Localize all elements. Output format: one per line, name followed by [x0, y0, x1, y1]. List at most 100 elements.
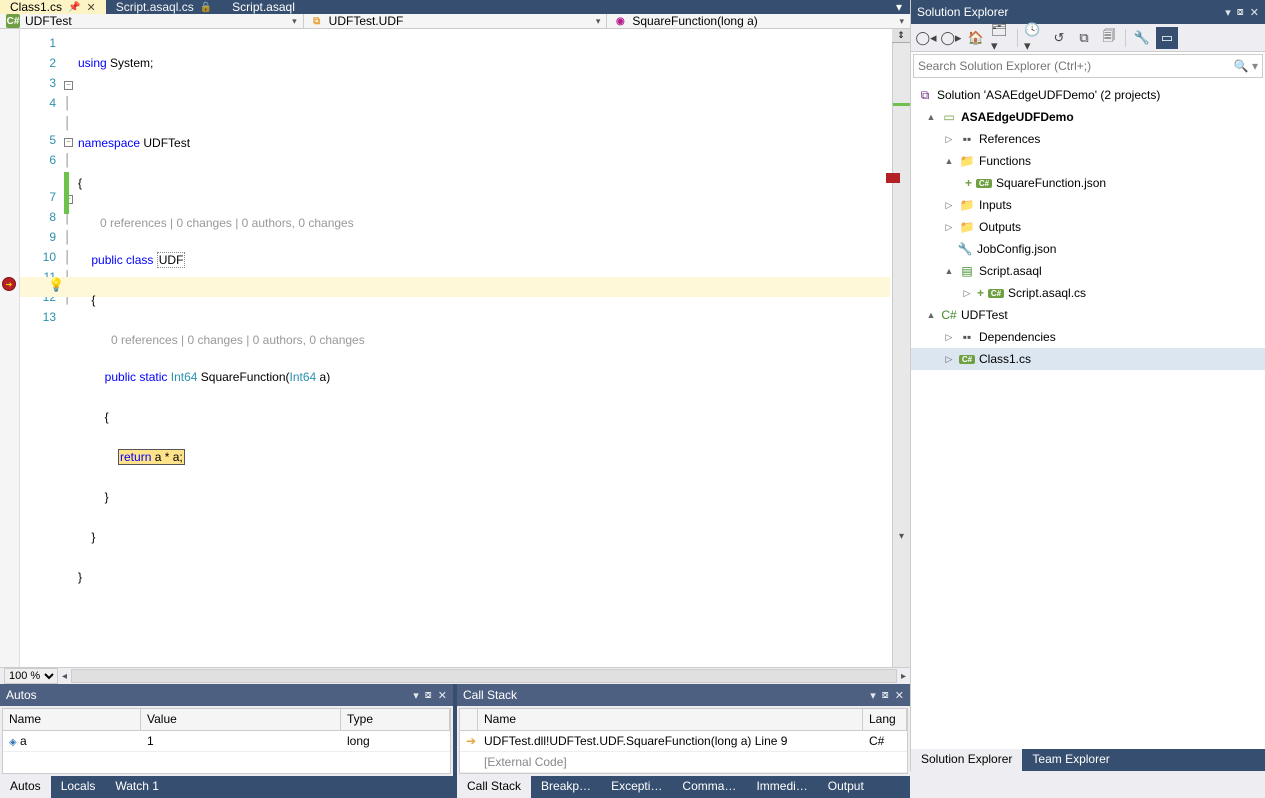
- solution-explorer-header[interactable]: Solution Explorer ▾ ⧇ ✕: [911, 0, 1265, 24]
- lightbulb-icon[interactable]: 💡: [48, 277, 64, 293]
- nav-class-dropdown[interactable]: ⧉ UDFTest.UDF ▾: [304, 14, 608, 28]
- codelens[interactable]: 0 references | 0 changes | 0 authors, 0 …: [111, 333, 365, 347]
- col-value[interactable]: Value: [141, 709, 341, 730]
- pin-icon[interactable]: ⧇: [882, 689, 889, 702]
- tab-immediate[interactable]: Immedi…: [746, 776, 817, 798]
- tab-exception[interactable]: Excepti…: [601, 776, 672, 798]
- scope-button[interactable]: 🗂▾: [990, 27, 1012, 49]
- folder-icon: 📁: [959, 154, 975, 168]
- current-frame-icon: ➔: [466, 734, 476, 748]
- close-icon[interactable]: ✕: [1250, 6, 1259, 19]
- dropdown-icon[interactable]: ▾: [413, 689, 419, 702]
- codelens[interactable]: 0 references | 0 changes | 0 authors, 0 …: [100, 216, 354, 230]
- tab-solution-explorer[interactable]: Solution Explorer: [911, 749, 1022, 771]
- nav-class-label: UDFTest.UDF: [329, 14, 404, 28]
- solution-tree[interactable]: ⧉ Solution 'ASAEdgeUDFDemo' (2 projects)…: [911, 80, 1265, 749]
- file-script-asaql[interactable]: ▲▤ Script.asaql: [911, 260, 1265, 282]
- folder-outputs[interactable]: ▷📁 Outputs: [911, 216, 1265, 238]
- csharp-file-icon: C#: [988, 289, 1004, 298]
- search-input[interactable]: [918, 59, 1234, 73]
- autos-tabs: Autos Locals Watch 1: [0, 776, 453, 798]
- variable-row[interactable]: ◈ a 1 long: [3, 731, 450, 752]
- chevron-down-icon: ▾: [596, 16, 601, 27]
- dropdown-icon[interactable]: ▾: [1225, 6, 1231, 19]
- tab-watch1[interactable]: Watch 1: [105, 776, 169, 798]
- code-editor[interactable]: 💡 1234 56 78910111213 − ││ − ││ − │││││ …: [0, 29, 910, 667]
- solution-node[interactable]: ⧉ Solution 'ASAEdgeUDFDemo' (2 projects): [911, 84, 1265, 106]
- preview-button[interactable]: ▭: [1156, 27, 1178, 49]
- project-node[interactable]: ▲▭ ASAEdgeUDFDemo: [911, 106, 1265, 128]
- pin-icon[interactable]: 📌: [68, 2, 80, 13]
- project-icon: ▭: [941, 110, 957, 124]
- breakpoint-current-icon[interactable]: [2, 277, 16, 291]
- scrollbar-overview[interactable]: ▾: [892, 43, 910, 667]
- col-type[interactable]: Type: [341, 709, 450, 730]
- nav-member-dropdown[interactable]: ◉ SquareFunction(long a) ▾: [607, 14, 910, 28]
- pin-icon[interactable]: ⧇: [425, 689, 432, 702]
- nav-project-dropdown[interactable]: C# UDFTest ▾: [0, 14, 304, 28]
- fold-toggle[interactable]: −: [64, 138, 73, 147]
- tab-team-explorer[interactable]: Team Explorer: [1022, 749, 1119, 771]
- solution-icon: ⧉: [917, 88, 933, 103]
- col-lang[interactable]: Lang: [863, 709, 907, 730]
- tab-autos[interactable]: Autos: [0, 776, 51, 798]
- collapse-all-button[interactable]: ⧉: [1073, 27, 1095, 49]
- callstack-tabs: Call Stack Breakp… Excepti… Comma… Immed…: [457, 776, 910, 798]
- home-button[interactable]: 🏠: [965, 27, 987, 49]
- node-label: Solution 'ASAEdgeUDFDemo' (2 projects): [937, 88, 1160, 102]
- col-name[interactable]: Name: [3, 709, 141, 730]
- properties-button[interactable]: 🔧: [1131, 27, 1153, 49]
- folder-functions[interactable]: ▲📁 Functions: [911, 150, 1265, 172]
- references-node[interactable]: ▷▪▪ References: [911, 128, 1265, 150]
- tab-class1[interactable]: Class1.cs 📌 ✕: [0, 0, 106, 14]
- close-icon[interactable]: ✕: [86, 1, 95, 14]
- fold-toggle[interactable]: −: [64, 81, 73, 90]
- back-button[interactable]: ◯◂: [915, 27, 937, 49]
- file-script-cs[interactable]: ▷+C# Script.asaql.cs: [911, 282, 1265, 304]
- lock-icon: 🔒: [200, 2, 212, 13]
- pane-title: Autos: [6, 688, 407, 702]
- zoom-dropdown[interactable]: 100 %: [4, 668, 58, 684]
- outlining-margin[interactable]: − ││ − ││ − │││││: [64, 29, 78, 667]
- split-editor-button[interactable]: ⇕: [892, 29, 910, 43]
- pending-changes-button[interactable]: 🕓▾: [1023, 27, 1045, 49]
- sync-button[interactable]: ↺: [1048, 27, 1070, 49]
- stackframe-row[interactable]: ➔ UDFTest.dll!UDFTest.UDF.SquareFunction…: [460, 731, 907, 752]
- file-jobconfig[interactable]: 🔧 JobConfig.json: [911, 238, 1265, 260]
- node-label: JobConfig.json: [977, 242, 1056, 256]
- callstack-grid[interactable]: Name Lang ➔ UDFTest.dll!UDFTest.UDF.Squa…: [459, 708, 908, 774]
- forward-button[interactable]: ◯▸: [940, 27, 962, 49]
- autos-header[interactable]: Autos ▾ ⧇ ✕: [0, 684, 453, 706]
- file-squarefunction[interactable]: +C# SquareFunction.json: [911, 172, 1265, 194]
- dropdown-icon[interactable]: ▾: [870, 689, 876, 702]
- node-label: Outputs: [979, 220, 1021, 234]
- pin-icon[interactable]: ⧇: [1237, 6, 1244, 19]
- tab-callstack[interactable]: Call Stack: [457, 776, 531, 798]
- stackframe-row[interactable]: [External Code]: [460, 752, 907, 773]
- callstack-pane: Call Stack ▾ ⧇ ✕ Name Lang ➔ UDFTest.dll…: [457, 684, 910, 798]
- col-name[interactable]: Name: [478, 709, 863, 730]
- close-icon[interactable]: ✕: [438, 689, 447, 702]
- tab-script-asaql[interactable]: Script.asaql: [222, 0, 305, 14]
- project-udftest[interactable]: ▲C# UDFTest: [911, 304, 1265, 326]
- tab-overflow-button[interactable]: ▾: [888, 0, 910, 14]
- tab-script-cs[interactable]: Script.asaql.cs 🔒: [106, 0, 222, 14]
- file-class1[interactable]: ▷C# Class1.cs: [911, 348, 1265, 370]
- breakpoint-margin[interactable]: 💡: [0, 29, 20, 667]
- code-text[interactable]: using System; namespace UDFTest { 0 refe…: [78, 29, 892, 667]
- callstack-header[interactable]: Call Stack ▾ ⧇ ✕: [457, 684, 910, 706]
- solution-search[interactable]: 🔍 ▾: [913, 54, 1263, 78]
- close-icon[interactable]: ✕: [895, 689, 904, 702]
- dependencies-node[interactable]: ▷▪▪ Dependencies: [911, 326, 1265, 348]
- tab-breakpoints[interactable]: Breakp…: [531, 776, 601, 798]
- horizontal-scrollbar[interactable]: [71, 669, 897, 683]
- search-icon[interactable]: 🔍 ▾: [1234, 59, 1258, 73]
- folder-inputs[interactable]: ▷📁 Inputs: [911, 194, 1265, 216]
- tab-command[interactable]: Comma…: [672, 776, 746, 798]
- tab-output[interactable]: Output: [818, 776, 874, 798]
- autos-grid[interactable]: Name Value Type ◈ a 1 long: [2, 708, 451, 774]
- show-all-button[interactable]: 🗐: [1098, 27, 1120, 49]
- tab-locals[interactable]: Locals: [51, 776, 106, 798]
- document-tabs: Class1.cs 📌 ✕ Script.asaql.cs 🔒 Script.a…: [0, 0, 910, 14]
- project-icon: C#: [941, 308, 957, 322]
